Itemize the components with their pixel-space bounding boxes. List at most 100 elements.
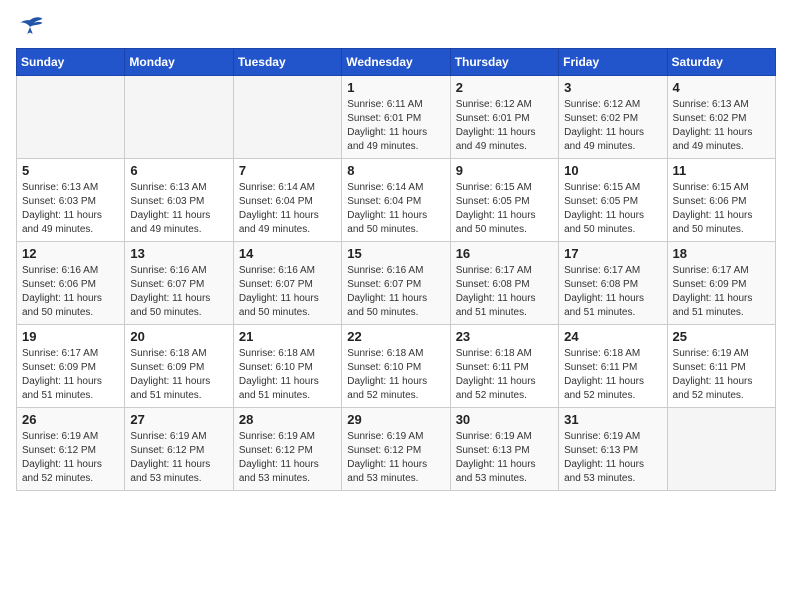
weekday-header-tuesday: Tuesday <box>233 49 341 76</box>
day-number: 30 <box>456 412 553 427</box>
day-number: 26 <box>22 412 119 427</box>
day-info: Sunrise: 6:14 AMSunset: 6:04 PMDaylight:… <box>239 181 336 237</box>
weekday-header-saturday: Saturday <box>667 49 775 76</box>
calendar-cell: 24Sunrise: 6:18 AMSunset: 6:11 PMDayligh… <box>559 325 667 408</box>
day-number: 1 <box>347 80 444 95</box>
calendar-cell: 9Sunrise: 6:15 AMSunset: 6:05 PMDaylight… <box>450 159 558 242</box>
day-number: 10 <box>564 163 661 178</box>
calendar-cell: 10 Sunrise: 6:15 AMSunset: 6:05 PMDayligh… <box>559 159 667 242</box>
day-info: Sunrise: 6:19 AMSunset: 6:12 PMDaylight:… <box>239 430 336 486</box>
day-info: Sunrise: 6:19 AMSunset: 6:12 PMDaylight:… <box>22 430 119 486</box>
day-info: Sunrise: 6:16 AMSunset: 6:07 PMDaylight:… <box>239 264 336 320</box>
calendar-cell: 22 Sunrise: 6:18 AMSunset: 6:10 PMDayligh… <box>342 325 450 408</box>
day-number: 25 <box>673 329 770 344</box>
calendar-cell: 25 Sunrise: 6:19 AMSunset: 6:11 PMDayligh… <box>667 325 775 408</box>
day-info: Sunrise: 6:17 AMSunset: 6:08 PMDaylight:… <box>564 264 661 320</box>
day-info: Sunrise: 6:14 AMSunset: 6:04 PMDaylight:… <box>347 181 444 237</box>
day-number: 22 <box>347 329 444 344</box>
day-info: Sunrise: 6:18 AMSunset: 6:10 PMDaylight:… <box>347 347 444 403</box>
calendar-week-2: 5 Sunrise: 6:13 AMSunset: 6:03 PMDaylight… <box>17 159 776 242</box>
logo-icon <box>16 16 44 38</box>
calendar-cell: 27 Sunrise: 6:19 AMSunset: 6:12 PMDayligh… <box>125 408 233 491</box>
calendar-cell: 4 Sunrise: 6:13 AMSunset: 6:02 PMDaylight… <box>667 76 775 159</box>
calendar-cell <box>125 76 233 159</box>
calendar-cell: 8 Sunrise: 6:14 AMSunset: 6:04 PMDaylight… <box>342 159 450 242</box>
day-info: Sunrise: 6:16 AMSunset: 6:06 PMDaylight:… <box>22 264 119 320</box>
calendar-cell: 3Sunrise: 6:12 AMSunset: 6:02 PMDaylight… <box>559 76 667 159</box>
day-number: 6 <box>130 163 227 178</box>
calendar-week-4: 19 Sunrise: 6:17 AMSunset: 6:09 PMDayligh… <box>17 325 776 408</box>
calendar-cell <box>667 408 775 491</box>
day-info: Sunrise: 6:17 AMSunset: 6:08 PMDaylight:… <box>456 264 553 320</box>
calendar-cell: 13 Sunrise: 6:16 AMSunset: 6:07 PMDayligh… <box>125 242 233 325</box>
day-number: 11 <box>673 163 770 178</box>
day-info: Sunrise: 6:19 AMSunset: 6:12 PMDaylight:… <box>347 430 444 486</box>
day-info: Sunrise: 6:15 AMSunset: 6:05 PMDaylight:… <box>564 181 661 237</box>
weekday-header-monday: Monday <box>125 49 233 76</box>
day-info: Sunrise: 6:17 AMSunset: 6:09 PMDaylight:… <box>22 347 119 403</box>
calendar-cell: 21 Sunrise: 6:18 AMSunset: 6:10 PMDayligh… <box>233 325 341 408</box>
day-info: Sunrise: 6:13 AMSunset: 6:03 PMDaylight:… <box>22 181 119 237</box>
calendar-body: 1 Sunrise: 6:11 AMSunset: 6:01 PMDaylight… <box>17 76 776 491</box>
calendar-cell <box>233 76 341 159</box>
calendar-cell: 31 Sunrise: 6:19 AMSunset: 6:13 PMDayligh… <box>559 408 667 491</box>
weekday-header-friday: Friday <box>559 49 667 76</box>
day-info: Sunrise: 6:19 AMSunset: 6:13 PMDaylight:… <box>564 430 661 486</box>
page-header <box>16 16 776 38</box>
weekday-header-sunday: Sunday <box>17 49 125 76</box>
day-number: 14 <box>239 246 336 261</box>
calendar-week-3: 12 Sunrise: 6:16 AMSunset: 6:06 PMDayligh… <box>17 242 776 325</box>
calendar-cell: 23Sunrise: 6:18 AMSunset: 6:11 PMDayligh… <box>450 325 558 408</box>
calendar-cell: 28 Sunrise: 6:19 AMSunset: 6:12 PMDayligh… <box>233 408 341 491</box>
day-number: 13 <box>130 246 227 261</box>
day-info: Sunrise: 6:18 AMSunset: 6:10 PMDaylight:… <box>239 347 336 403</box>
day-info: Sunrise: 6:13 AMSunset: 6:03 PMDaylight:… <box>130 181 227 237</box>
calendar-cell: 6 Sunrise: 6:13 AMSunset: 6:03 PMDaylight… <box>125 159 233 242</box>
day-number: 4 <box>673 80 770 95</box>
calendar-cell: 19 Sunrise: 6:17 AMSunset: 6:09 PMDayligh… <box>17 325 125 408</box>
calendar-cell: 26 Sunrise: 6:19 AMSunset: 6:12 PMDayligh… <box>17 408 125 491</box>
calendar-cell: 29 Sunrise: 6:19 AMSunset: 6:12 PMDayligh… <box>342 408 450 491</box>
day-info: Sunrise: 6:19 AMSunset: 6:12 PMDaylight:… <box>130 430 227 486</box>
calendar-cell: 14 Sunrise: 6:16 AMSunset: 6:07 PMDayligh… <box>233 242 341 325</box>
day-info: Sunrise: 6:13 AMSunset: 6:02 PMDaylight:… <box>673 98 770 154</box>
day-info: Sunrise: 6:12 AMSunset: 6:01 PMDaylight:… <box>456 98 553 154</box>
day-info: Sunrise: 6:15 AMSunset: 6:06 PMDaylight:… <box>673 181 770 237</box>
calendar-cell: 20 Sunrise: 6:18 AMSunset: 6:09 PMDayligh… <box>125 325 233 408</box>
weekday-header-row: SundayMondayTuesdayWednesdayThursdayFrid… <box>17 49 776 76</box>
day-number: 31 <box>564 412 661 427</box>
calendar-cell: 2 Sunrise: 6:12 AMSunset: 6:01 PMDaylight… <box>450 76 558 159</box>
day-info: Sunrise: 6:16 AMSunset: 6:07 PMDaylight:… <box>130 264 227 320</box>
calendar-cell: 30 Sunrise: 6:19 AMSunset: 6:13 PMDayligh… <box>450 408 558 491</box>
day-number: 17 <box>564 246 661 261</box>
calendar-cell: 11 Sunrise: 6:15 AMSunset: 6:06 PMDayligh… <box>667 159 775 242</box>
calendar-week-1: 1 Sunrise: 6:11 AMSunset: 6:01 PMDaylight… <box>17 76 776 159</box>
day-number: 3 <box>564 80 661 95</box>
logo <box>16 16 48 38</box>
day-number: 5 <box>22 163 119 178</box>
calendar-table: SundayMondayTuesdayWednesdayThursdayFrid… <box>16 48 776 491</box>
day-number: 27 <box>130 412 227 427</box>
day-number: 16 <box>456 246 553 261</box>
day-info: Sunrise: 6:11 AMSunset: 6:01 PMDaylight:… <box>347 98 444 154</box>
day-number: 2 <box>456 80 553 95</box>
day-number: 20 <box>130 329 227 344</box>
day-number: 12 <box>22 246 119 261</box>
day-number: 19 <box>22 329 119 344</box>
day-info: Sunrise: 6:18 AMSunset: 6:11 PMDaylight:… <box>456 347 553 403</box>
day-number: 18 <box>673 246 770 261</box>
calendar-cell: 15Sunrise: 6:16 AMSunset: 6:07 PMDayligh… <box>342 242 450 325</box>
calendar-cell <box>17 76 125 159</box>
calendar-cell: 5 Sunrise: 6:13 AMSunset: 6:03 PMDaylight… <box>17 159 125 242</box>
day-info: Sunrise: 6:18 AMSunset: 6:09 PMDaylight:… <box>130 347 227 403</box>
day-number: 8 <box>347 163 444 178</box>
day-info: Sunrise: 6:15 AMSunset: 6:05 PMDaylight:… <box>456 181 553 237</box>
day-info: Sunrise: 6:18 AMSunset: 6:11 PMDaylight:… <box>564 347 661 403</box>
day-info: Sunrise: 6:19 AMSunset: 6:11 PMDaylight:… <box>673 347 770 403</box>
calendar-cell: 7Sunrise: 6:14 AMSunset: 6:04 PMDaylight… <box>233 159 341 242</box>
day-number: 21 <box>239 329 336 344</box>
calendar-cell: 12 Sunrise: 6:16 AMSunset: 6:06 PMDayligh… <box>17 242 125 325</box>
day-number: 28 <box>239 412 336 427</box>
day-info: Sunrise: 6:19 AMSunset: 6:13 PMDaylight:… <box>456 430 553 486</box>
day-number: 29 <box>347 412 444 427</box>
